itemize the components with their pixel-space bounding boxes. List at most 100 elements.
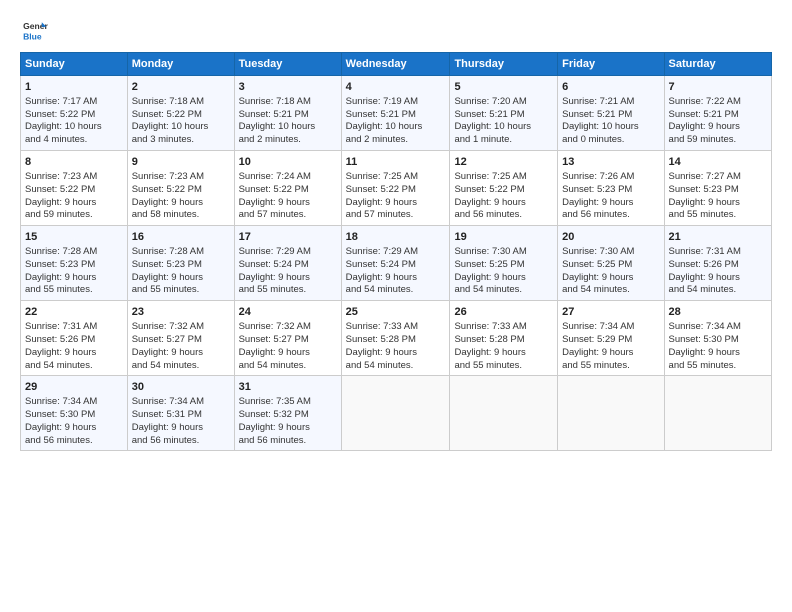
day-info: Sunrise: 7:29 AMSunset: 5:24 PMDaylight:… — [346, 246, 446, 297]
day-number: 14 — [669, 155, 767, 170]
day-number: 25 — [346, 305, 446, 320]
day-number: 5 — [454, 80, 553, 95]
day-number: 6 — [562, 80, 659, 95]
calendar-cell: 3Sunrise: 7:18 AMSunset: 5:21 PMDaylight… — [234, 76, 341, 151]
day-number: 8 — [25, 155, 123, 170]
day-info: Sunrise: 7:28 AMSunset: 5:23 PMDaylight:… — [132, 246, 230, 297]
day-info: Sunrise: 7:28 AMSunset: 5:23 PMDaylight:… — [25, 246, 123, 297]
calendar-body: 1Sunrise: 7:17 AMSunset: 5:22 PMDaylight… — [21, 76, 772, 451]
day-number: 11 — [346, 155, 446, 170]
calendar-cell: 11Sunrise: 7:25 AMSunset: 5:22 PMDayligh… — [341, 151, 450, 226]
calendar-cell — [450, 376, 558, 451]
day-info: Sunrise: 7:21 AMSunset: 5:21 PMDaylight:… — [562, 96, 659, 147]
calendar-cell: 28Sunrise: 7:34 AMSunset: 5:30 PMDayligh… — [664, 301, 771, 376]
calendar-cell — [664, 376, 771, 451]
day-info: Sunrise: 7:22 AMSunset: 5:21 PMDaylight:… — [669, 96, 767, 147]
calendar-cell: 16Sunrise: 7:28 AMSunset: 5:23 PMDayligh… — [127, 226, 234, 301]
day-number: 30 — [132, 380, 230, 395]
day-number: 20 — [562, 230, 659, 245]
calendar-cell: 12Sunrise: 7:25 AMSunset: 5:22 PMDayligh… — [450, 151, 558, 226]
day-number: 22 — [25, 305, 123, 320]
calendar-cell — [558, 376, 664, 451]
day-info: Sunrise: 7:31 AMSunset: 5:26 PMDaylight:… — [25, 321, 123, 372]
calendar-cell: 30Sunrise: 7:34 AMSunset: 5:31 PMDayligh… — [127, 376, 234, 451]
day-number: 27 — [562, 305, 659, 320]
calendar-cell: 10Sunrise: 7:24 AMSunset: 5:22 PMDayligh… — [234, 151, 341, 226]
calendar-cell: 22Sunrise: 7:31 AMSunset: 5:26 PMDayligh… — [21, 301, 128, 376]
day-number: 31 — [239, 380, 337, 395]
logo-icon: General Blue — [20, 16, 48, 44]
calendar-cell: 8Sunrise: 7:23 AMSunset: 5:22 PMDaylight… — [21, 151, 128, 226]
calendar-cell: 6Sunrise: 7:21 AMSunset: 5:21 PMDaylight… — [558, 76, 664, 151]
weekday-header: Wednesday — [341, 53, 450, 76]
weekday-header: Saturday — [664, 53, 771, 76]
calendar-cell: 25Sunrise: 7:33 AMSunset: 5:28 PMDayligh… — [341, 301, 450, 376]
day-number: 10 — [239, 155, 337, 170]
calendar-cell: 9Sunrise: 7:23 AMSunset: 5:22 PMDaylight… — [127, 151, 234, 226]
day-number: 21 — [669, 230, 767, 245]
calendar-cell: 29Sunrise: 7:34 AMSunset: 5:30 PMDayligh… — [21, 376, 128, 451]
svg-text:Blue: Blue — [23, 31, 42, 41]
calendar-cell: 13Sunrise: 7:26 AMSunset: 5:23 PMDayligh… — [558, 151, 664, 226]
day-info: Sunrise: 7:34 AMSunset: 5:31 PMDaylight:… — [132, 396, 230, 447]
day-number: 2 — [132, 80, 230, 95]
day-info: Sunrise: 7:27 AMSunset: 5:23 PMDaylight:… — [669, 171, 767, 222]
day-number: 18 — [346, 230, 446, 245]
weekday-header: Thursday — [450, 53, 558, 76]
calendar-header: SundayMondayTuesdayWednesdayThursdayFrid… — [21, 53, 772, 76]
day-info: Sunrise: 7:34 AMSunset: 5:29 PMDaylight:… — [562, 321, 659, 372]
day-number: 28 — [669, 305, 767, 320]
calendar-cell — [341, 376, 450, 451]
day-info: Sunrise: 7:18 AMSunset: 5:21 PMDaylight:… — [239, 96, 337, 147]
day-info: Sunrise: 7:32 AMSunset: 5:27 PMDaylight:… — [239, 321, 337, 372]
day-info: Sunrise: 7:35 AMSunset: 5:32 PMDaylight:… — [239, 396, 337, 447]
calendar-cell: 15Sunrise: 7:28 AMSunset: 5:23 PMDayligh… — [21, 226, 128, 301]
calendar-cell: 2Sunrise: 7:18 AMSunset: 5:22 PMDaylight… — [127, 76, 234, 151]
day-info: Sunrise: 7:29 AMSunset: 5:24 PMDaylight:… — [239, 246, 337, 297]
day-info: Sunrise: 7:26 AMSunset: 5:23 PMDaylight:… — [562, 171, 659, 222]
calendar-cell: 23Sunrise: 7:32 AMSunset: 5:27 PMDayligh… — [127, 301, 234, 376]
day-info: Sunrise: 7:23 AMSunset: 5:22 PMDaylight:… — [132, 171, 230, 222]
calendar-cell: 19Sunrise: 7:30 AMSunset: 5:25 PMDayligh… — [450, 226, 558, 301]
calendar-cell: 26Sunrise: 7:33 AMSunset: 5:28 PMDayligh… — [450, 301, 558, 376]
calendar-cell: 24Sunrise: 7:32 AMSunset: 5:27 PMDayligh… — [234, 301, 341, 376]
day-info: Sunrise: 7:23 AMSunset: 5:22 PMDaylight:… — [25, 171, 123, 222]
calendar-cell: 20Sunrise: 7:30 AMSunset: 5:25 PMDayligh… — [558, 226, 664, 301]
calendar-cell: 31Sunrise: 7:35 AMSunset: 5:32 PMDayligh… — [234, 376, 341, 451]
day-info: Sunrise: 7:18 AMSunset: 5:22 PMDaylight:… — [132, 96, 230, 147]
day-info: Sunrise: 7:30 AMSunset: 5:25 PMDaylight:… — [454, 246, 553, 297]
day-number: 13 — [562, 155, 659, 170]
day-info: Sunrise: 7:17 AMSunset: 5:22 PMDaylight:… — [25, 96, 123, 147]
day-number: 24 — [239, 305, 337, 320]
weekday-header: Tuesday — [234, 53, 341, 76]
calendar-cell: 4Sunrise: 7:19 AMSunset: 5:21 PMDaylight… — [341, 76, 450, 151]
day-number: 4 — [346, 80, 446, 95]
day-info: Sunrise: 7:33 AMSunset: 5:28 PMDaylight:… — [346, 321, 446, 372]
day-info: Sunrise: 7:34 AMSunset: 5:30 PMDaylight:… — [669, 321, 767, 372]
day-info: Sunrise: 7:34 AMSunset: 5:30 PMDaylight:… — [25, 396, 123, 447]
day-number: 12 — [454, 155, 553, 170]
day-number: 1 — [25, 80, 123, 95]
calendar-page: General Blue SundayMondayTuesdayWednesda… — [0, 0, 792, 612]
day-number: 26 — [454, 305, 553, 320]
day-info: Sunrise: 7:19 AMSunset: 5:21 PMDaylight:… — [346, 96, 446, 147]
calendar-cell: 1Sunrise: 7:17 AMSunset: 5:22 PMDaylight… — [21, 76, 128, 151]
day-number: 23 — [132, 305, 230, 320]
weekday-header: Sunday — [21, 53, 128, 76]
day-number: 7 — [669, 80, 767, 95]
day-number: 9 — [132, 155, 230, 170]
day-number: 19 — [454, 230, 553, 245]
logo: General Blue — [20, 16, 52, 44]
day-info: Sunrise: 7:20 AMSunset: 5:21 PMDaylight:… — [454, 96, 553, 147]
page-header: General Blue — [20, 16, 772, 44]
day-info: Sunrise: 7:33 AMSunset: 5:28 PMDaylight:… — [454, 321, 553, 372]
weekday-header: Monday — [127, 53, 234, 76]
day-number: 3 — [239, 80, 337, 95]
calendar-cell: 5Sunrise: 7:20 AMSunset: 5:21 PMDaylight… — [450, 76, 558, 151]
day-info: Sunrise: 7:31 AMSunset: 5:26 PMDaylight:… — [669, 246, 767, 297]
calendar-cell: 27Sunrise: 7:34 AMSunset: 5:29 PMDayligh… — [558, 301, 664, 376]
calendar-cell: 21Sunrise: 7:31 AMSunset: 5:26 PMDayligh… — [664, 226, 771, 301]
day-number: 16 — [132, 230, 230, 245]
day-info: Sunrise: 7:25 AMSunset: 5:22 PMDaylight:… — [454, 171, 553, 222]
calendar-cell: 18Sunrise: 7:29 AMSunset: 5:24 PMDayligh… — [341, 226, 450, 301]
